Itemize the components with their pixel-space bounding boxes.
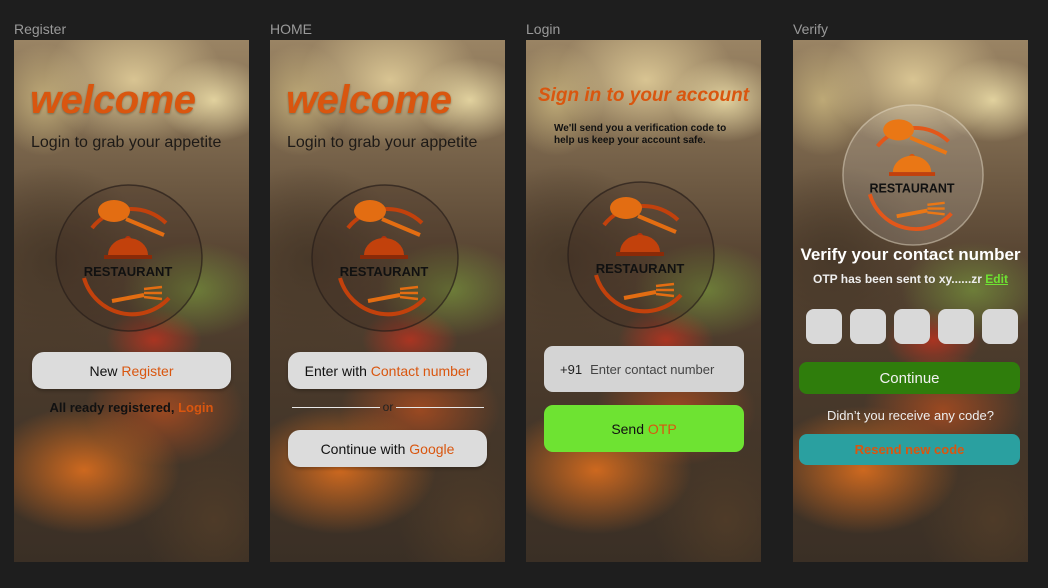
phone-placeholder: Enter contact number bbox=[590, 361, 715, 377]
home-screen: welcome Login to grab your appetite REST… bbox=[270, 40, 505, 562]
register-screen: welcome Login to grab your appetite REST… bbox=[14, 40, 249, 562]
resend-code-button[interactable]: Resend new code bbox=[799, 434, 1020, 465]
subtitle: Login to grab your appetite bbox=[287, 134, 478, 151]
restaurant-logo: RESTAURANT bbox=[567, 181, 715, 329]
no-code-text: Didn’t you receive any code? bbox=[827, 408, 994, 423]
otp-digit-1[interactable] bbox=[806, 309, 842, 344]
svg-text:RESTAURANT: RESTAURANT bbox=[596, 261, 685, 276]
already-registered-text: All ready registered, Login bbox=[49, 400, 214, 415]
restaurant-logo: RESTAURANT bbox=[842, 104, 984, 246]
frame-label-verify: Verify bbox=[793, 21, 829, 37]
google-button[interactable]: Continue with Google bbox=[288, 430, 487, 467]
spoon-icon bbox=[883, 119, 914, 141]
frame-label-login: Login bbox=[526, 21, 561, 37]
frame-label-register: Register bbox=[14, 21, 67, 37]
restaurant-logo: RESTAURANT bbox=[311, 184, 459, 332]
otp-digit-2[interactable] bbox=[850, 309, 886, 344]
svg-text:RESTAURANT: RESTAURANT bbox=[84, 264, 173, 279]
or-divider: or bbox=[292, 400, 485, 414]
svg-text:RESTAURANT: RESTAURANT bbox=[340, 264, 429, 279]
otp-inputs bbox=[806, 309, 1018, 344]
country-code[interactable]: +91 bbox=[560, 362, 582, 377]
otp-digit-3[interactable] bbox=[894, 309, 930, 344]
welcome-title: welcome bbox=[30, 78, 196, 122]
subtitle: Login to grab your appetite bbox=[31, 134, 222, 151]
welcome-title: welcome bbox=[286, 78, 452, 122]
spoon-icon bbox=[610, 197, 642, 219]
login-link[interactable]: Login bbox=[178, 400, 213, 415]
signin-title: Sign in to your account bbox=[537, 85, 750, 106]
register-button[interactable]: New Register bbox=[32, 352, 231, 389]
otp-digit-4[interactable] bbox=[938, 309, 974, 344]
login-screen: Sign in to your account We'll send you a… bbox=[526, 40, 761, 562]
edit-link[interactable]: Edit bbox=[985, 272, 1008, 286]
signin-description: We'll send you a verification code to he… bbox=[554, 123, 727, 146]
restaurant-logo: RESTAURANT bbox=[55, 184, 203, 332]
contact-number-button[interactable]: Enter with Contact number bbox=[288, 352, 487, 389]
otp-digit-5[interactable] bbox=[982, 309, 1018, 344]
verify-title: Verify your contact number bbox=[800, 245, 1021, 264]
continue-button[interactable]: Continue bbox=[799, 362, 1020, 394]
spoon-icon bbox=[354, 200, 386, 222]
frame-label-home: HOME bbox=[270, 21, 312, 37]
spoon-icon bbox=[98, 200, 130, 222]
phone-input[interactable]: +91 Enter contact number bbox=[544, 346, 744, 392]
svg-text:RESTAURANT: RESTAURANT bbox=[870, 181, 955, 195]
otp-sent-text: OTP has been sent to xy......zr Edit bbox=[813, 272, 1008, 286]
send-otp-button[interactable]: Send OTP bbox=[544, 405, 744, 452]
verify-screen: RESTAURANT Verify your contact number OT… bbox=[793, 40, 1028, 562]
